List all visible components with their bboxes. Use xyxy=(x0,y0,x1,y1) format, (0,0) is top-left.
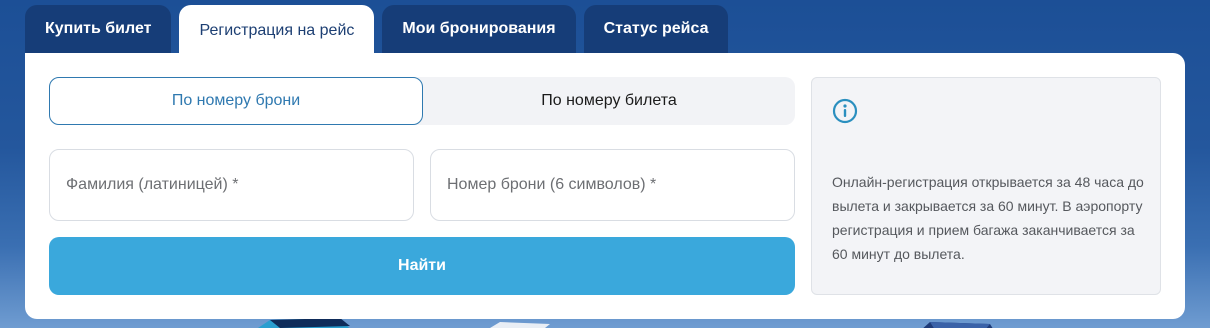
booking-number-field xyxy=(430,149,795,221)
main-tabs: Купить билет Регистрация на рейс Мои бро… xyxy=(25,5,729,57)
tab-my-bookings[interactable]: Мои бронирования xyxy=(382,5,576,53)
search-by-booking-option[interactable]: По номеру брони xyxy=(49,77,423,125)
info-text: Онлайн-регистрация открывается за 48 час… xyxy=(832,174,1144,262)
search-by-ticket-option[interactable]: По номеру билета xyxy=(423,77,795,125)
tab-buy-ticket[interactable]: Купить билет xyxy=(25,5,172,53)
search-mode-toggle: По номеру брони По номеру билета xyxy=(49,77,795,125)
tab-flight-status[interactable]: Статус рейса xyxy=(583,5,729,53)
surname-field xyxy=(49,149,414,221)
info-panel: Онлайн-регистрация открывается за 48 час… xyxy=(811,77,1161,295)
surname-input[interactable] xyxy=(50,176,413,194)
check-in-card: По номеру брони По номеру билета Найти О… xyxy=(25,53,1185,319)
find-button[interactable]: Найти xyxy=(49,237,795,295)
info-icon xyxy=(832,98,858,124)
tab-check-in[interactable]: Регистрация на рейс xyxy=(179,5,375,57)
booking-number-input[interactable] xyxy=(431,176,794,194)
